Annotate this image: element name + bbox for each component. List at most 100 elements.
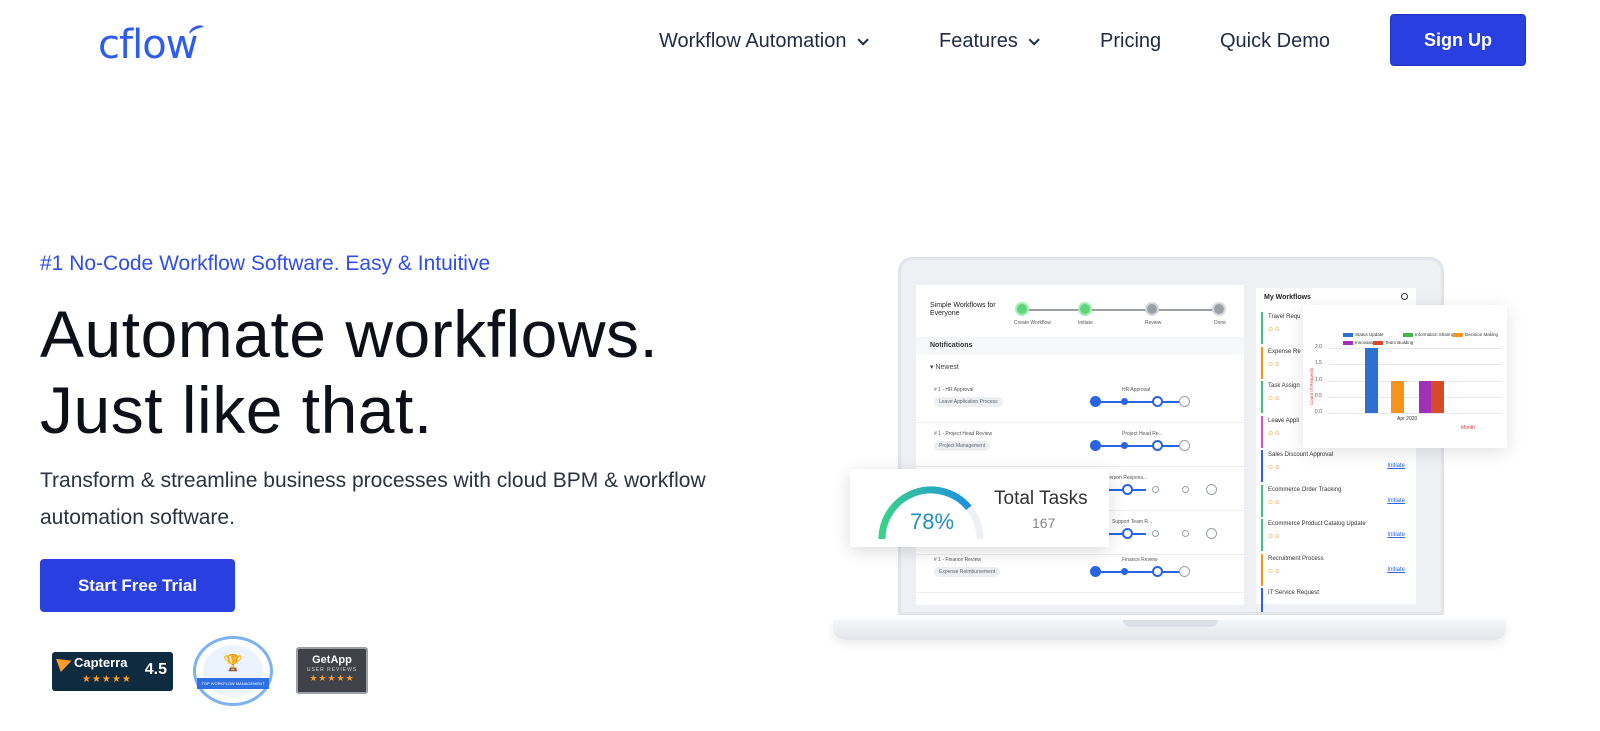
grid-line bbox=[1329, 380, 1502, 382]
workflow-item[interactable]: IT Service Request bbox=[1261, 588, 1413, 612]
step-label: Done bbox=[1214, 320, 1226, 326]
workflow-name: Travel Requ bbox=[1268, 314, 1301, 320]
workflow-item[interactable]: Ecommerce Order Tracking ⊙ ⊙ Initiate bbox=[1261, 484, 1413, 517]
stage-dot bbox=[1122, 484, 1133, 495]
chart-bar bbox=[1391, 380, 1404, 413]
y-tick-label: 2.0 bbox=[1315, 344, 1322, 350]
notification-stage: HR Approval bbox=[1122, 387, 1151, 393]
stage-dot bbox=[1152, 566, 1163, 577]
y-tick-label: 0.5 bbox=[1315, 392, 1322, 399]
stage-dot bbox=[1090, 396, 1101, 407]
y-tick-label: 1.0 bbox=[1315, 376, 1322, 383]
y-tick-label: 0.0 bbox=[1315, 409, 1322, 415]
stage-dot bbox=[1152, 440, 1163, 451]
initiate-link[interactable]: Initiate bbox=[1387, 498, 1405, 504]
notification-row[interactable]: # 1 - HR Approval Leave Application Proc… bbox=[916, 381, 1244, 423]
initiate-link[interactable]: Initiate bbox=[1387, 567, 1405, 573]
legend-swatch bbox=[1343, 340, 1353, 345]
step-label: Review bbox=[1145, 320, 1162, 326]
legend-entry: Information Sharing bbox=[1403, 332, 1454, 337]
legend-label: Team Building bbox=[1385, 340, 1414, 345]
tasks-percent: 78% bbox=[910, 509, 955, 534]
notification-stage: Support Team R... bbox=[1112, 519, 1153, 525]
x-tick-label: Apr 2020 bbox=[1397, 416, 1418, 422]
workflow-item[interactable]: Recruitment Process ⊙ ⊙ Initiate bbox=[1261, 553, 1413, 586]
tasks-title: Total Tasks bbox=[994, 488, 1088, 509]
top-workflow-software-badge[interactable]: 🏆 TOP WORKFLOW MANAGEMENT SOFTWARE bbox=[193, 636, 273, 706]
workflow-status-icon: ⊙ ⊙ bbox=[1268, 430, 1280, 437]
grid-line bbox=[1329, 396, 1502, 398]
y-tick-label: 1.5 bbox=[1315, 360, 1322, 367]
notification-row[interactable]: # 1 - Finance Review Expense Reimburseme… bbox=[916, 551, 1244, 593]
legend-entry: Team Building bbox=[1373, 340, 1413, 345]
logo-text: cflow bbox=[98, 22, 198, 68]
notification-stage: Person Respons... bbox=[1106, 475, 1148, 481]
stage-dot bbox=[1121, 568, 1128, 575]
nav-pricing[interactable]: Pricing bbox=[1100, 30, 1161, 53]
grid-line bbox=[1329, 348, 1502, 349]
notification-tag: Expense Reimbursement bbox=[934, 567, 1001, 577]
stage-dot bbox=[1179, 566, 1190, 577]
nav-quick-demo[interactable]: Quick Demo bbox=[1220, 30, 1330, 53]
newest-filter[interactable]: ▾ Newest bbox=[930, 363, 959, 371]
nav-workflow-automation[interactable]: Workflow Automation bbox=[659, 30, 869, 53]
workflow-status-icon: ⊙ ⊙ bbox=[1268, 361, 1280, 368]
workflow-name: IT Service Request bbox=[1268, 590, 1319, 596]
notification-tag: Project Management bbox=[934, 441, 991, 451]
workflow-status-icon: ⊙ ⊙ bbox=[1268, 568, 1280, 575]
capterra-badge[interactable]: Capterra ★★★★★ 4.5 bbox=[52, 652, 173, 691]
workflow-name: Recruitment Process bbox=[1268, 555, 1324, 562]
search-icon[interactable] bbox=[1401, 293, 1408, 300]
stage-dot bbox=[1121, 442, 1128, 449]
legend-entry: Innovation bbox=[1343, 340, 1376, 345]
legend-swatch bbox=[1403, 332, 1413, 337]
notification-row[interactable]: # 1 - Project Head Review Project Manage… bbox=[916, 425, 1244, 467]
step-initiate-icon bbox=[1078, 302, 1092, 316]
grid-line bbox=[1329, 364, 1502, 366]
getapp-badge[interactable]: GetApp USER REVIEWS ★★★★★ bbox=[296, 647, 368, 694]
stage-dot bbox=[1179, 396, 1190, 407]
notification-title: # 1 - Project Head Review bbox=[934, 431, 993, 437]
nav-features[interactable]: Features bbox=[939, 30, 1040, 53]
chart-bar bbox=[1365, 348, 1378, 413]
badge-ribbon: TOP WORKFLOW MANAGEMENT SOFTWARE bbox=[197, 678, 269, 697]
nav-label: Workflow Automation bbox=[659, 30, 847, 52]
legend-entry: Decision Making bbox=[1453, 332, 1498, 337]
my-workflows-title: My Workflows bbox=[1264, 294, 1311, 301]
workflow-item[interactable]: Sales Discount Approval ⊙ ⊙ Initiate bbox=[1261, 450, 1413, 482]
workflow-status-icon: ⊙ ⊙ bbox=[1268, 396, 1280, 402]
headline-line-1: Automate workflows. bbox=[40, 297, 659, 371]
chevron-down-icon bbox=[856, 33, 869, 46]
progress-track bbox=[1096, 401, 1186, 403]
cflow-logo[interactable]: cflow bbox=[98, 22, 207, 68]
stage-dot bbox=[1182, 486, 1189, 493]
getapp-name: GetApp bbox=[312, 654, 352, 666]
workflow-name: Expense Re bbox=[1268, 348, 1301, 355]
headline-line-2: Just like that. bbox=[40, 373, 433, 447]
initiate-link[interactable]: Initiate bbox=[1387, 532, 1405, 538]
y-axis-title: Count of Requests bbox=[1309, 367, 1314, 405]
steps-title: Simple Workflows for Everyone bbox=[930, 302, 996, 317]
workflow-status-icon: ⊙ ⊙ bbox=[1268, 327, 1280, 333]
notification-title: # 1 - Finance Review bbox=[934, 557, 981, 563]
workflow-item[interactable]: Ecommerce Product Catalog Update ⊙ ⊙ Initi… bbox=[1261, 519, 1413, 551]
workflow-dashboard-panel: Simple Workflows for Everyone Create Wor… bbox=[916, 285, 1244, 605]
legend-swatch bbox=[1343, 332, 1353, 337]
stage-dot bbox=[1206, 484, 1217, 495]
sign-up-button[interactable]: Sign Up bbox=[1390, 14, 1526, 66]
capterra-name: Capterra bbox=[74, 655, 128, 670]
step-label: Create Workflow bbox=[1014, 320, 1051, 326]
initiate-link[interactable]: Initiate bbox=[1387, 463, 1405, 469]
chevron-down-icon bbox=[1028, 33, 1040, 46]
legend-swatch bbox=[1373, 340, 1383, 345]
stage-dot bbox=[1122, 528, 1133, 539]
laptop-notch bbox=[1123, 620, 1218, 627]
hero-headline: Automate workflows. Just like that. bbox=[40, 296, 658, 448]
chart-bar bbox=[1431, 380, 1444, 413]
legend-entry: Status Update bbox=[1343, 332, 1384, 337]
getapp-stars: ★★★★★ bbox=[309, 673, 355, 683]
progress-track bbox=[1096, 571, 1186, 573]
notification-stage: Finance Review bbox=[1122, 557, 1158, 563]
workflow-name: Ecommerce Order Tracking bbox=[1268, 486, 1342, 493]
start-free-trial-button[interactable]: Start Free Trial bbox=[40, 559, 235, 612]
